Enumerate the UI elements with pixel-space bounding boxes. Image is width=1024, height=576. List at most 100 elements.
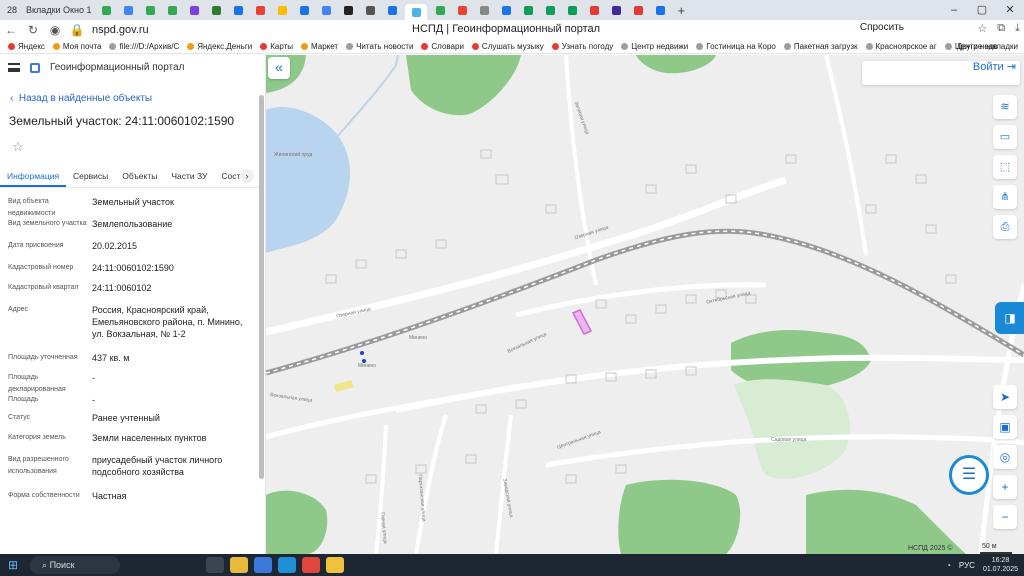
taskview-icon[interactable]: [206, 557, 224, 573]
map-view[interactable]: Озерная улица Вокзальная улица Октябрьск…: [266, 55, 1024, 554]
bookmark-item[interactable]: Слушать музыку: [471, 42, 544, 51]
browser-tab[interactable]: [475, 3, 493, 17]
browser-tab[interactable]: [163, 3, 181, 17]
reload-icon[interactable]: ↻: [22, 23, 44, 37]
bookmark-item[interactable]: Карты: [260, 42, 293, 51]
browser-tab[interactable]: [431, 3, 449, 17]
back-to-results-link[interactable]: ‹ Назад в найденные объекты: [10, 93, 152, 104]
folder-icon[interactable]: [230, 557, 248, 573]
info-tab[interactable]: Информация: [0, 165, 67, 187]
language-indicator[interactable]: РУС: [959, 561, 975, 570]
info-tab[interactable]: Объекты: [115, 165, 164, 187]
browser-tab[interactable]: [383, 3, 401, 17]
wifi-icon[interactable]: ◔: [946, 561, 951, 570]
favorite-star-icon[interactable]: ☆: [12, 139, 24, 155]
browser-tab[interactable]: [651, 3, 669, 17]
info-row-key: Кадастровый квартал: [8, 284, 79, 291]
browser-tab[interactable]: [141, 3, 159, 17]
clock[interactable]: 16:28 01.07.2025: [983, 556, 1018, 574]
browser-tab[interactable]: [361, 3, 379, 17]
tab-counter[interactable]: 28: [4, 5, 20, 15]
extensions-icon[interactable]: ⧉: [997, 22, 1005, 35]
layers-icon[interactable]: ≋: [993, 95, 1017, 119]
chrome-icon[interactable]: [326, 557, 344, 573]
url-field[interactable]: nspd.gov.ru: [92, 24, 149, 36]
browser-tab[interactable]: [519, 3, 537, 17]
browser-tab[interactable]: [607, 3, 625, 17]
tab-favicon-icon: [167, 5, 177, 15]
browser-tab[interactable]: [563, 3, 581, 17]
share-icon[interactable]: ⋔: [993, 185, 1017, 209]
bookmark-item[interactable]: Яндекс: [8, 42, 45, 51]
ruler-icon[interactable]: ▭: [993, 125, 1017, 149]
new-tab-button[interactable]: +: [671, 3, 691, 18]
browser-tab[interactable]: [453, 3, 471, 17]
browser-tab[interactable]: [251, 3, 269, 17]
browser-tab[interactable]: [629, 3, 647, 17]
bookmark-item[interactable]: Моя почта: [52, 42, 101, 51]
panel-scrollbar[interactable]: [259, 95, 264, 479]
yandex-icon[interactable]: ◉: [44, 23, 66, 37]
map-label: Садовая улица: [771, 437, 807, 443]
browser-tab[interactable]: [497, 3, 515, 17]
taskbar-search-label: Поиск: [49, 560, 75, 570]
download-icon[interactable]: ⤓: [1015, 22, 1020, 35]
bookmark-item[interactable]: Центр недвижи: [621, 42, 688, 51]
zoom-in-button[interactable]: +: [993, 475, 1017, 499]
browser-tab-strip: 28 Вкладки Окно 1 + – ▢ ✕: [0, 0, 1024, 20]
bookmark-favicon-icon: [783, 43, 791, 50]
taskbar-search[interactable]: ⌕ Поиск: [30, 556, 120, 574]
assistant-badge[interactable]: ◨: [995, 302, 1024, 334]
tabs-scroll-right-icon[interactable]: ›: [240, 169, 254, 183]
browser-tab[interactable]: [405, 4, 428, 20]
bookmark-item[interactable]: Красноярское аг: [865, 42, 937, 51]
minimize-icon[interactable]: –: [940, 0, 968, 20]
browser-tab[interactable]: [97, 3, 115, 17]
bookmark-item[interactable]: Яндекс.Деньги: [187, 42, 252, 51]
back-icon[interactable]: ←: [0, 23, 22, 37]
bookmark-item[interactable]: Маркет: [301, 42, 338, 51]
zoom-out-button[interactable]: −: [993, 505, 1017, 529]
menu-icon[interactable]: [8, 63, 20, 72]
browser-tab[interactable]: [295, 3, 313, 17]
select-icon[interactable]: ⬚: [993, 155, 1017, 179]
browser-tab[interactable]: [119, 3, 137, 17]
bookmark-item[interactable]: file:///D:/Архив/С: [109, 42, 179, 51]
map-tools-bottom: ➤ ▣ ◎ + −: [993, 385, 1017, 529]
tab-favicon-icon: [523, 5, 533, 15]
print-icon[interactable]: ⎙: [993, 215, 1017, 239]
ask-button[interactable]: Спросить: [860, 22, 904, 33]
windows-start-icon[interactable]: ⊞: [0, 558, 26, 572]
browser-tab[interactable]: [339, 3, 357, 17]
info-row-value: Земли населенных пунктов: [92, 433, 207, 443]
bookmark-item[interactable]: Пакетная загрузк: [783, 42, 858, 51]
browser-tab[interactable]: [541, 3, 559, 17]
bookmark-item[interactable]: Гостиница на Коро: [696, 42, 776, 51]
map-type-icon[interactable]: ▣: [993, 415, 1017, 439]
browser-tab[interactable]: [185, 3, 203, 17]
close-icon[interactable]: ✕: [996, 0, 1024, 20]
browser-tab[interactable]: [585, 3, 603, 17]
yandex-browser-icon[interactable]: [254, 557, 272, 573]
yandex-app-icon[interactable]: [302, 557, 320, 573]
chat-button[interactable]: ☰: [949, 455, 989, 495]
info-tab[interactable]: Части ЗУ: [164, 165, 214, 187]
tab-first[interactable]: Вкладки Окно 1: [22, 5, 95, 15]
forest-area: [406, 55, 521, 116]
login-button[interactable]: Войти ⇥: [973, 60, 1016, 73]
maximize-icon[interactable]: ▢: [968, 0, 996, 20]
locate-icon[interactable]: ➤: [993, 385, 1017, 409]
browser-tab[interactable]: [317, 3, 335, 17]
other-bookmarks[interactable]: Другие закладки: [957, 42, 1018, 51]
bookmark-item[interactable]: Словари: [421, 42, 464, 51]
browser-tab[interactable]: [273, 3, 291, 17]
info-tab[interactable]: Сервисы: [66, 165, 115, 187]
browser-tab[interactable]: [229, 3, 247, 17]
collapse-panel-button[interactable]: «: [268, 57, 290, 79]
browser-tab[interactable]: [207, 3, 225, 17]
edge-icon[interactable]: [278, 557, 296, 573]
compass-icon[interactable]: ◎: [993, 445, 1017, 469]
bookmark-item[interactable]: Читать новости: [346, 42, 413, 51]
bookmark-item[interactable]: Узнать погоду: [551, 42, 613, 51]
bookmark-icon[interactable]: ☆: [977, 22, 987, 35]
